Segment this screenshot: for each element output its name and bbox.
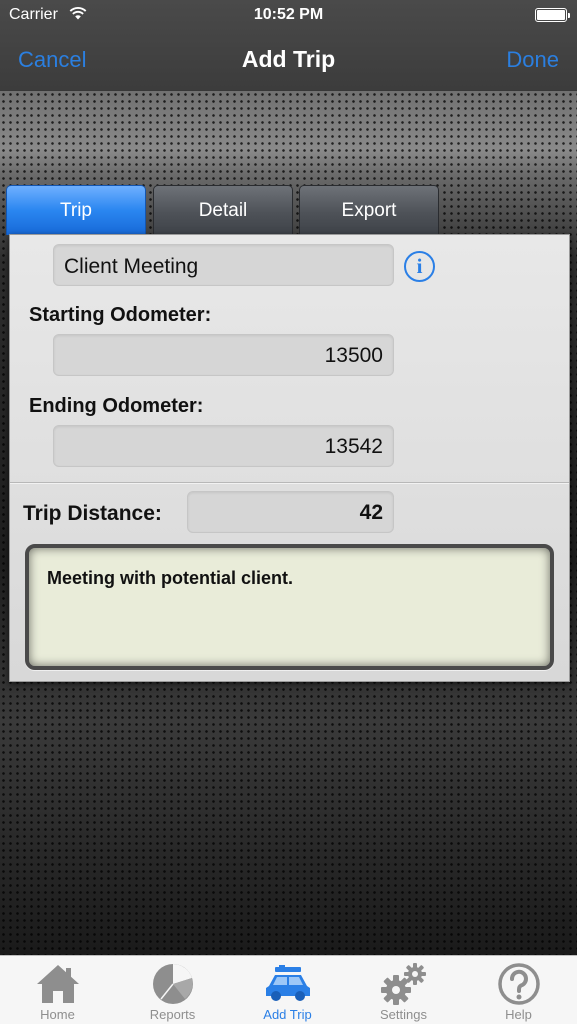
done-button[interactable]: Done	[506, 47, 559, 73]
page-title: Add Trip	[241, 46, 336, 72]
status-bar: Carrier 10:52 PM	[0, 0, 577, 30]
tabbar-label-home: Home	[40, 1007, 75, 1022]
tabbar-item-add-trip[interactable]: Add Trip	[230, 956, 345, 1024]
question-icon	[497, 963, 540, 1005]
tabbar-item-reports[interactable]: Reports	[115, 956, 230, 1024]
tabbar-item-help[interactable]: Help	[461, 956, 576, 1024]
trip-name-field[interactable]: Client Meeting	[53, 244, 394, 286]
pie-chart-icon	[152, 964, 193, 1004]
tabbar-label-reports: Reports	[149, 1007, 196, 1022]
home-icon	[36, 965, 79, 1003]
tab-bar: Home Reports Add Trip Settings Help	[0, 955, 577, 1024]
navigation-bar: Carrier 10:52 PM Cancel Add Trip Done	[0, 0, 577, 90]
tabbar-item-settings[interactable]: Settings	[346, 956, 461, 1024]
car-icon	[265, 965, 310, 1001]
ending-odometer-field[interactable]: 13542	[53, 425, 394, 467]
tab-export[interactable]: Export	[299, 185, 439, 235]
battery-icon	[535, 8, 570, 22]
starting-odometer-field[interactable]: 13500	[53, 334, 394, 376]
tabbar-item-home[interactable]: Home	[0, 956, 115, 1024]
tabbar-label-settings: Settings	[380, 1007, 427, 1022]
starting-odometer-label: Starting Odometer:	[29, 304, 212, 326]
divider	[10, 482, 569, 483]
tabbar-label-help: Help	[505, 1007, 532, 1022]
trip-distance-label: Trip Distance:	[23, 502, 162, 525]
tab-trip[interactable]: Trip	[6, 185, 146, 235]
tab-detail[interactable]: Detail	[153, 185, 293, 235]
notes-textarea[interactable]: Meeting with potential client.	[25, 544, 554, 670]
info-icon[interactable]: i	[404, 251, 435, 282]
tabbar-label-add-trip: Add Trip	[263, 1007, 312, 1022]
ending-odometer-label: Ending Odometer:	[29, 395, 204, 417]
gears-icon	[380, 963, 426, 1005]
trip-form-panel: Client Meeting i Starting Odometer: 1350…	[9, 234, 570, 682]
clock: 10:52 PM	[253, 6, 324, 23]
trip-distance-value: 42	[187, 491, 394, 533]
